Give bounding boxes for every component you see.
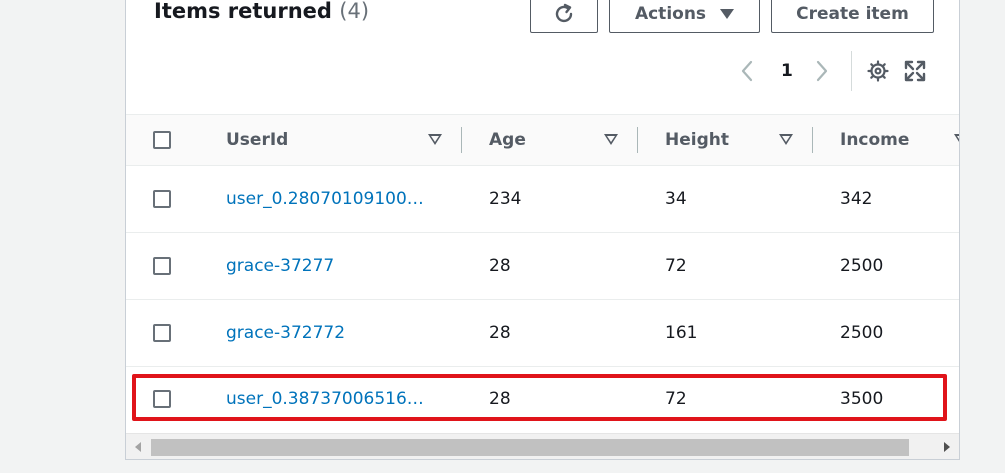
refresh-button[interactable] (530, 0, 598, 33)
income-cell: 2500 (840, 256, 884, 276)
select-all-checkbox[interactable] (153, 131, 171, 149)
row-checkbox[interactable] (153, 324, 171, 342)
table-row[interactable]: grace-37277 28 72 2500 (126, 233, 959, 300)
fullscreen-button[interactable] (904, 55, 926, 87)
gear-icon (867, 60, 889, 82)
previous-page-button[interactable] (740, 55, 754, 87)
sort-caret-icon[interactable] (428, 134, 442, 145)
scroll-left-arrow-icon[interactable] (135, 442, 141, 452)
create-item-button[interactable]: Create item (771, 0, 934, 33)
sort-caret-icon[interactable] (779, 134, 793, 145)
column-header-age[interactable]: Age (489, 115, 526, 165)
row-checkbox[interactable] (153, 257, 171, 275)
height-cell: 72 (665, 256, 687, 276)
userid-link[interactable]: grace-37277 (226, 233, 334, 299)
income-cell: 342 (840, 189, 873, 209)
expand-icon (904, 60, 926, 82)
table-header: UserId Age Height Income (126, 114, 959, 166)
income-cell: 3500 (840, 389, 884, 409)
sort-caret-icon[interactable] (604, 134, 618, 145)
column-header-income[interactable]: Income (840, 115, 909, 165)
column-header-userid[interactable]: UserId (226, 115, 288, 165)
column-divider[interactable] (637, 127, 638, 153)
create-item-label: Create item (796, 4, 909, 24)
table-row[interactable]: user_0.28070109100… 234 34 342 (126, 166, 959, 233)
item-count: (4) (339, 0, 370, 23)
items-returned-heading: Items returned (4) (154, 0, 369, 23)
height-cell: 161 (665, 323, 698, 343)
next-page-button[interactable] (815, 55, 829, 87)
age-cell: 28 (489, 389, 511, 409)
userid-link[interactable]: user_0.38737006516… (226, 366, 424, 432)
age-cell: 234 (489, 189, 522, 209)
pager-divider (851, 51, 852, 91)
age-cell: 28 (489, 256, 511, 276)
height-cell: 34 (665, 189, 687, 209)
table-row[interactable]: grace-372772 28 161 2500 (126, 300, 959, 367)
refresh-icon (555, 3, 573, 23)
column-divider[interactable] (461, 127, 462, 153)
settings-button[interactable] (866, 55, 890, 87)
income-cell: 2500 (840, 323, 884, 343)
items-panel: Items returned (4) Actions Create item 1 (125, 0, 960, 460)
sort-caret-icon[interactable] (954, 134, 959, 145)
page-number[interactable]: 1 (781, 55, 793, 87)
userid-link[interactable]: user_0.28070109100… (226, 166, 424, 232)
column-header-height[interactable]: Height (665, 115, 729, 165)
userid-link[interactable]: grace-372772 (226, 300, 345, 366)
scrollbar-thumb[interactable] (151, 439, 909, 456)
horizontal-scrollbar[interactable] (126, 433, 959, 459)
chevron-left-icon (741, 60, 753, 82)
height-cell: 72 (665, 389, 687, 409)
table-row[interactable]: user_0.38737006516… 28 72 3500 (126, 366, 959, 433)
actions-button[interactable]: Actions (609, 0, 760, 33)
heading-title: Items returned (154, 0, 332, 23)
caret-down-icon (720, 9, 735, 19)
scroll-right-arrow-icon[interactable] (944, 442, 950, 452)
column-divider[interactable] (812, 127, 813, 153)
row-checkbox[interactable] (153, 390, 171, 408)
chevron-right-icon (816, 60, 828, 82)
age-cell: 28 (489, 323, 511, 343)
actions-label: Actions (634, 4, 707, 24)
row-checkbox[interactable] (153, 190, 171, 208)
